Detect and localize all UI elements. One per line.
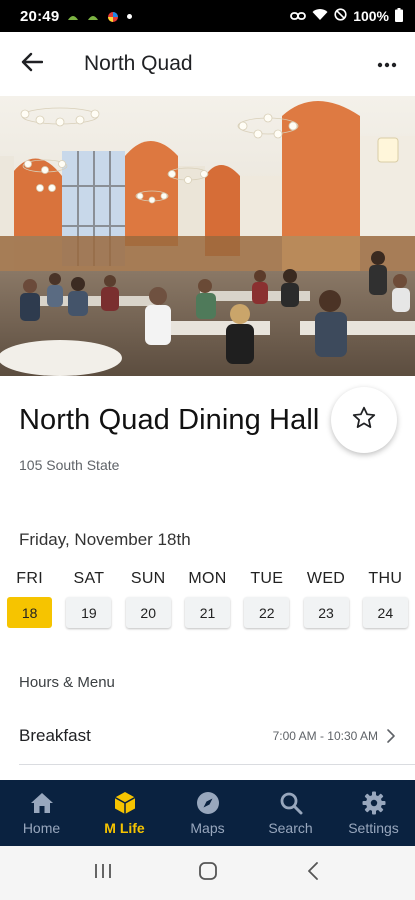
- day-name: SUN: [130, 570, 166, 587]
- nav-label: Home: [22, 820, 61, 836]
- day-name: FRI: [16, 570, 43, 587]
- dining-hall-address: 105 South State: [19, 457, 120, 473]
- home-system-button[interactable]: [188, 853, 228, 893]
- day-item-tue[interactable]: TUE 22: [237, 568, 296, 628]
- selected-date-label: Friday, November 18th: [19, 530, 191, 549]
- bottom-navigation: Home M Life Maps Search Settings: [0, 780, 415, 846]
- nav-item-settings[interactable]: Settings: [332, 780, 415, 846]
- day-number[interactable]: 20: [125, 597, 171, 628]
- chevron-right-icon: [386, 728, 396, 744]
- day-item-sat[interactable]: SAT 19: [59, 568, 118, 628]
- wifi-icon: [312, 8, 328, 24]
- system-navigation-bar: [0, 846, 415, 900]
- more-vert-icon: [377, 55, 397, 73]
- day-name: THU: [368, 570, 403, 587]
- status-time: 20:49: [20, 7, 60, 25]
- notification-app-icon: [87, 10, 99, 22]
- battery-percent: 100%: [353, 8, 389, 24]
- day-item-wed[interactable]: WED 23: [296, 568, 355, 628]
- notification-app-icon: [107, 10, 119, 22]
- nav-item-m-life[interactable]: M Life: [83, 780, 166, 846]
- home-circle-icon: [198, 861, 218, 886]
- more-options-button[interactable]: [359, 32, 415, 96]
- nav-item-maps[interactable]: Maps: [166, 780, 249, 846]
- favorite-button[interactable]: [331, 387, 397, 453]
- day-item-sun[interactable]: SUN 20: [119, 568, 178, 628]
- day-item-mon[interactable]: MON 21: [178, 568, 237, 628]
- day-name: TUE: [250, 570, 284, 587]
- recent-apps-button[interactable]: [83, 853, 123, 893]
- dining-hall-photo: [0, 96, 415, 376]
- dining-hall-name: North Quad Dining Hall: [19, 404, 320, 436]
- nav-label: M Life: [104, 820, 145, 836]
- star-outline-icon: [351, 405, 377, 436]
- day-name: SAT: [73, 570, 105, 587]
- day-item-fri[interactable]: FRI 18: [0, 568, 59, 628]
- day-number[interactable]: 22: [244, 597, 290, 628]
- compass-icon: [195, 790, 221, 816]
- day-number[interactable]: 24: [362, 597, 408, 628]
- day-number[interactable]: 19: [66, 597, 112, 628]
- app-bar: North Quad: [0, 32, 415, 96]
- meal-hours: 7:00 AM - 10:30 AM: [272, 729, 378, 743]
- chevron-left-icon: [307, 861, 319, 885]
- nav-label: Settings: [348, 820, 399, 836]
- battery-icon: [395, 7, 403, 25]
- day-number[interactable]: 21: [184, 597, 230, 628]
- meal-row-breakfast[interactable]: Breakfast 7:00 AM - 10:30 AM: [0, 708, 415, 764]
- notification-app-icon: [67, 10, 79, 22]
- day-name: MON: [188, 570, 227, 587]
- cube-icon: [112, 790, 138, 816]
- link-icon: [290, 8, 307, 24]
- day-number-selected[interactable]: 18: [7, 597, 53, 628]
- nav-item-search[interactable]: Search: [249, 780, 332, 846]
- status-bar: 20:49 100%: [0, 0, 415, 32]
- search-icon: [278, 790, 304, 816]
- nav-label: Search: [268, 820, 313, 836]
- meal-name: Breakfast: [19, 726, 91, 745]
- page-title: North Quad: [84, 52, 193, 75]
- divider: [19, 764, 415, 765]
- day-selector: FRI 18 SAT 19 SUN 20 MON 21 TUE 22 WED 2…: [0, 568, 415, 628]
- back-system-button[interactable]: [293, 853, 333, 893]
- home-icon: [29, 790, 55, 816]
- day-name: WED: [306, 570, 346, 587]
- day-item-thu[interactable]: THU 24: [356, 568, 415, 628]
- day-number[interactable]: 23: [303, 597, 349, 628]
- arrow-back-icon: [21, 52, 44, 77]
- recent-apps-icon: [94, 863, 112, 884]
- back-button[interactable]: [0, 32, 64, 96]
- gear-icon: [361, 790, 387, 816]
- do-not-disturb-icon: [334, 8, 347, 24]
- nav-label: Maps: [190, 820, 225, 836]
- nav-item-home[interactable]: Home: [0, 780, 83, 846]
- hours-menu-heading: Hours & Menu: [19, 674, 115, 691]
- notification-dot-icon: [127, 13, 133, 19]
